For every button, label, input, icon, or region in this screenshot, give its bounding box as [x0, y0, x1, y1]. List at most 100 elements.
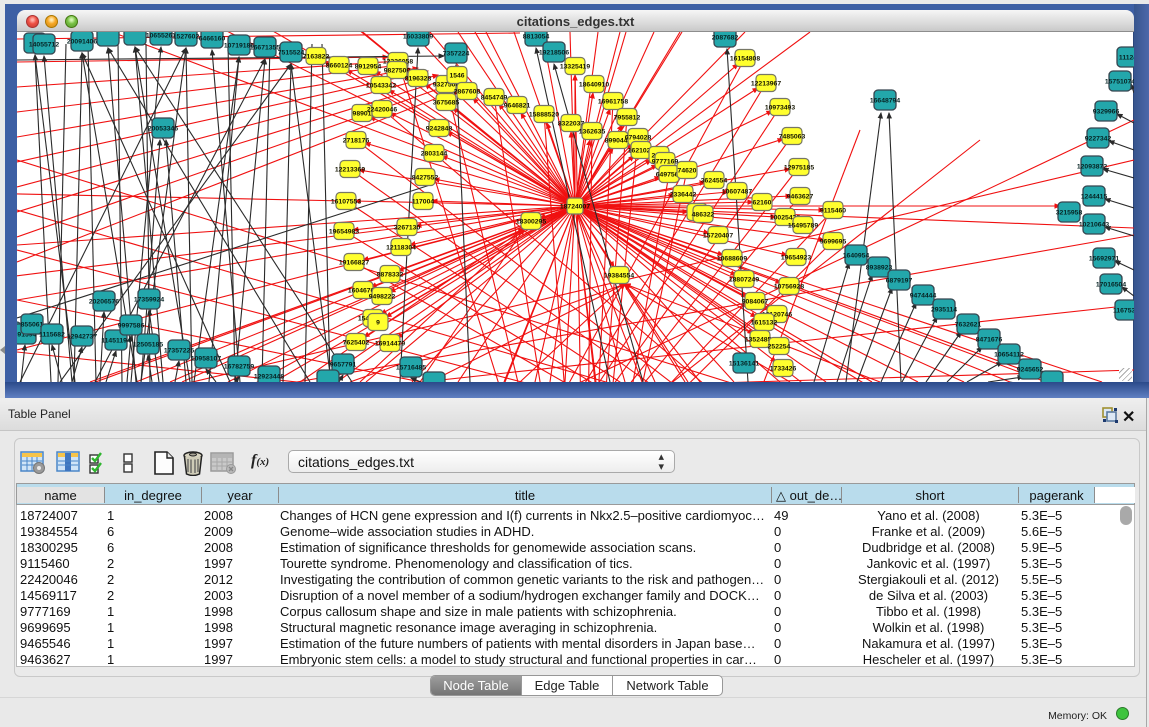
svg-text:16107553: 16107553 — [331, 199, 361, 206]
svg-text:16154808: 16154808 — [730, 56, 760, 63]
svg-text:1167533: 1167533 — [1113, 308, 1134, 315]
svg-text:3267130: 3267130 — [394, 225, 421, 232]
svg-text:1733426: 1733426 — [770, 366, 797, 373]
svg-text:2803144: 2803144 — [421, 151, 448, 158]
svg-text:8878332: 8878332 — [377, 272, 404, 279]
svg-text:15751074: 15751074 — [1105, 79, 1134, 86]
svg-text:10958107: 10958107 — [191, 356, 221, 363]
svg-text:17359924: 17359924 — [134, 297, 164, 304]
svg-text:15716485: 15716485 — [396, 365, 426, 372]
svg-text:1115682: 1115682 — [39, 332, 65, 339]
svg-text:252254: 252254 — [768, 344, 791, 351]
svg-text:14055712: 14055712 — [29, 42, 59, 49]
svg-text:8322037: 8322037 — [558, 121, 585, 128]
svg-text:9997586: 9997586 — [118, 323, 145, 330]
svg-text:8938923: 8938923 — [866, 265, 893, 272]
svg-text:2718176: 2718176 — [343, 138, 370, 145]
svg-text:13325419: 13325419 — [560, 64, 590, 71]
svg-text:9: 9 — [376, 320, 380, 327]
svg-text:10688609: 10688609 — [717, 256, 747, 263]
svg-text:8813054: 8813054 — [523, 34, 550, 41]
svg-text:9474444: 9474444 — [910, 293, 937, 300]
svg-text:15136141: 15136141 — [729, 361, 759, 368]
svg-text:62160: 62160 — [753, 200, 772, 207]
svg-text:12942737: 12942737 — [67, 334, 97, 341]
svg-text:15692971: 15692971 — [1089, 256, 1119, 263]
svg-text:9463627: 9463627 — [787, 194, 814, 201]
svg-text:18724007: 18724007 — [560, 204, 590, 211]
svg-text:18300295: 18300295 — [516, 219, 546, 226]
svg-text:20206576: 20206576 — [89, 299, 119, 306]
svg-text:7515524: 7515524 — [278, 50, 305, 57]
svg-text:16914479: 16914479 — [375, 341, 405, 348]
svg-text:3215958: 3215958 — [1056, 210, 1083, 217]
svg-text:486322: 486322 — [692, 212, 715, 219]
svg-text:8912954: 8912954 — [355, 64, 382, 71]
svg-text:7632621: 7632621 — [955, 322, 982, 329]
svg-text:19654983: 19654983 — [329, 229, 359, 236]
svg-text:9084067: 9084067 — [742, 299, 769, 306]
svg-text:8454749: 8454749 — [481, 95, 508, 102]
svg-text:19166827: 19166827 — [339, 260, 369, 267]
svg-text:855061: 855061 — [21, 322, 44, 329]
svg-text:7955812: 7955812 — [614, 115, 641, 122]
svg-text:16961758: 16961758 — [598, 99, 628, 106]
svg-text:10654112: 10654112 — [994, 352, 1024, 359]
svg-text:18640910: 18640910 — [579, 82, 609, 89]
svg-text:2867608: 2867608 — [454, 89, 481, 96]
svg-text:3675685: 3675685 — [433, 100, 460, 107]
svg-text:16671355: 16671355 — [250, 45, 280, 52]
svg-text:9646821: 9646821 — [504, 103, 531, 110]
svg-text:8196328: 8196328 — [405, 76, 432, 83]
svg-text:117004: 117004 — [412, 199, 435, 206]
svg-text:9657791: 9657791 — [330, 362, 357, 369]
svg-text:19384554: 19384554 — [604, 273, 634, 280]
svg-text:17016504: 17016504 — [1096, 282, 1126, 289]
svg-text:9115460: 9115460 — [820, 208, 846, 215]
svg-text:8427552: 8427552 — [412, 175, 439, 182]
svg-text:12975185: 12975185 — [784, 165, 814, 172]
svg-text:12923448: 12923448 — [254, 374, 284, 381]
svg-text:19218506: 19218506 — [539, 50, 569, 57]
svg-text:7357224: 7357224 — [443, 51, 470, 58]
svg-text:11451194: 11451194 — [101, 338, 131, 345]
svg-text:12505185: 12505185 — [133, 342, 163, 349]
svg-text:20053346: 20053346 — [148, 126, 178, 133]
svg-text:7625402: 7625402 — [343, 340, 370, 347]
svg-text:1244415: 1244415 — [1081, 194, 1108, 201]
svg-text:9242848: 9242848 — [426, 126, 453, 133]
svg-text:9227342: 9227342 — [1085, 136, 1112, 143]
svg-text:9827509: 9827509 — [384, 68, 411, 75]
svg-text:7163822: 7163822 — [303, 54, 330, 61]
svg-text:12118304: 12118304 — [386, 245, 416, 252]
svg-text:2087682: 2087682 — [712, 35, 739, 42]
svg-text:11124: 11124 — [1119, 55, 1134, 62]
svg-text:7485063: 7485063 — [779, 134, 806, 141]
svg-text:19654923: 19654923 — [781, 255, 811, 262]
svg-text:9245652: 9245652 — [1017, 367, 1044, 374]
svg-text:10756928: 10756928 — [774, 284, 804, 291]
svg-text:6794028: 6794028 — [625, 135, 652, 142]
svg-text:1615132: 1615132 — [751, 320, 778, 327]
svg-text:16648794: 16648794 — [870, 98, 900, 105]
svg-text:18807249: 18807249 — [729, 277, 759, 284]
svg-text:12213369: 12213369 — [335, 167, 365, 174]
svg-text:6879197: 6879197 — [886, 278, 913, 285]
svg-text:20091406: 20091406 — [67, 39, 97, 46]
svg-text:15495789: 15495789 — [788, 223, 818, 230]
svg-text:1640954: 1640954 — [843, 253, 870, 260]
svg-text:8471676: 8471676 — [976, 337, 1003, 344]
svg-text:16033809: 16033809 — [403, 34, 433, 41]
svg-text:12213967: 12213967 — [751, 81, 781, 88]
svg-text:10210643: 10210643 — [1079, 222, 1109, 229]
svg-text:10543342: 10543342 — [366, 83, 396, 90]
svg-text:2935114: 2935114 — [931, 307, 957, 314]
svg-text:12093872: 12093872 — [1077, 164, 1107, 171]
svg-text:1362635: 1362635 — [579, 129, 606, 136]
svg-text:17357225: 17357225 — [164, 348, 194, 355]
svg-text:1527602: 1527602 — [173, 34, 200, 41]
svg-text:10655267: 10655267 — [146, 33, 176, 40]
svg-text:15720407: 15720407 — [703, 233, 733, 240]
svg-text:74620: 74620 — [678, 168, 697, 175]
svg-text:10607487: 10607487 — [722, 189, 752, 196]
